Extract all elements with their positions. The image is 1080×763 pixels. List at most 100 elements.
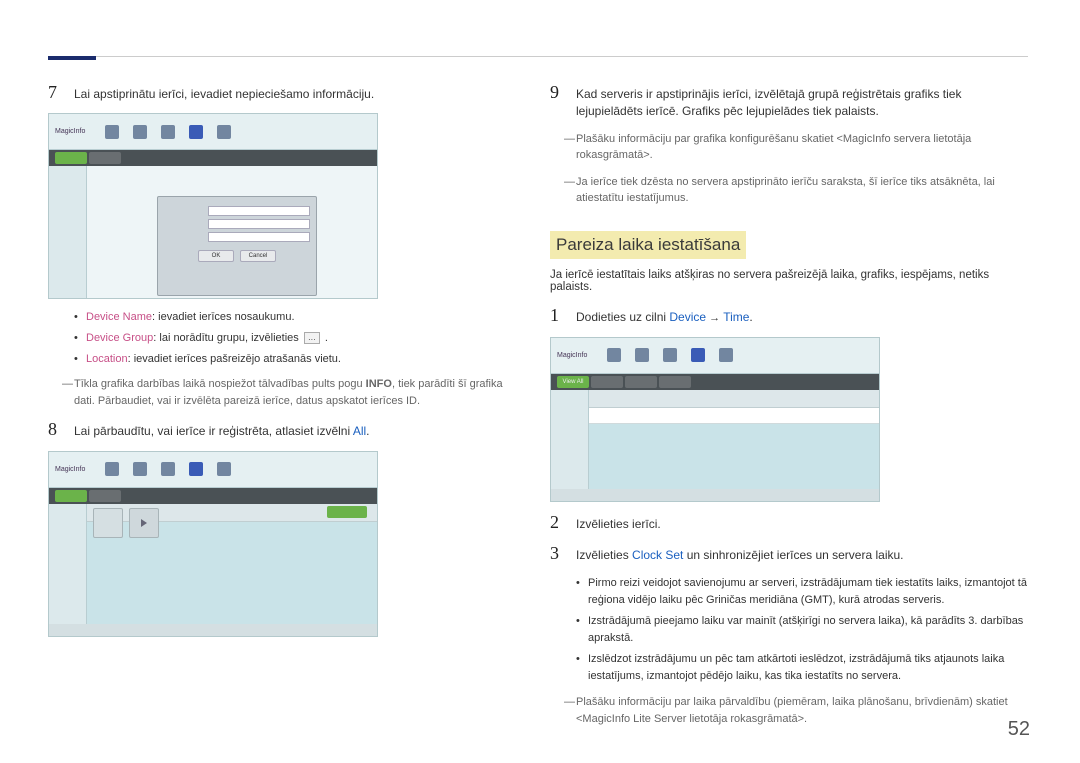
nav-icon [133,462,147,476]
note-text: Ja ierīce tiek dzēsta no servera apstipr… [576,174,1028,207]
menu-all: All [353,424,366,438]
right-column: 9 Kad serveris ir apstiprinājis ierīci, … [550,82,1028,737]
step-number: 9 [550,82,576,103]
field-desc: : lai norādītu grupu, izvēlieties [153,332,302,344]
step-1: 1 Dodieties uz cilni Device → Time. [550,305,1028,327]
step-7: 7 Lai apstiprinātu ierīci, ievadiet nepi… [48,82,518,103]
nav-icon [133,125,147,139]
tab [89,490,121,502]
screenshot-statusbar [551,489,879,501]
dash-icon: ― [62,376,74,409]
nav-icon [217,125,231,139]
section-subtext: Ja ierīcē iestatītais laiks atšķiras no … [550,269,1028,293]
screenshot-topbar: MagicInfo [551,338,879,374]
tab [89,152,121,164]
step-text: Izvēlieties Clock Set un sinhronizējiet … [576,547,904,564]
bullet-dot-icon: • [74,309,86,327]
arrow-icon: → [706,312,723,324]
bullet-row: • Device Name: ievadiet ierīces nosaukum… [74,309,518,327]
bullet-text: Izslēdzot izstrādājumu un pēc tam atkārt… [588,651,1028,686]
input [208,219,310,229]
field-desc: : ievadiet ierīces pašreizējo atrašanās … [128,353,341,365]
device-link: Device [669,310,706,324]
screenshot-sidebar [49,166,87,298]
clock-set-link: Clock Set [632,548,683,562]
field-name: Location [86,353,128,365]
dash-icon: ― [564,174,576,207]
tab: View All [557,376,589,388]
screenshot-approve-device: MagicInfo OK Cancel [48,113,378,299]
play-icon [141,519,147,527]
note-text: Plašāku informāciju par grafika konfigur… [576,131,1028,164]
bullet-row: • Izslēdzot izstrādājumu un pēc tam atkā… [576,651,1028,686]
step-text-part: Dodieties uz cilni [576,310,669,324]
magicinfo-logo: MagicInfo [55,128,85,135]
screenshot-sidebar [49,504,87,636]
screenshot-tabbar [49,488,377,504]
bullet-dot-icon: • [576,651,588,686]
screenshot-topbar: MagicInfo [49,452,377,488]
tab [625,376,657,388]
step-text: Lai apstiprinātu ierīci, ievadiet nepiec… [74,86,374,103]
nav-icon-selected [691,348,705,362]
screenshot-tabbar [49,150,377,166]
ok-button: OK [198,250,234,262]
nav-icon [217,462,231,476]
device-thumbnail [129,508,159,538]
step-text-part: un sinhronizējiet ierīces un servera lai… [683,548,903,562]
nav-icon [663,348,677,362]
note-info: ― Tīkla grafika darbības laikā nospiežot… [74,376,518,409]
page-top-accent [48,56,96,60]
field-desc: : ievadiet ierīces nosaukumu. [152,311,294,323]
step-text: Lai pārbaudītu, vai ierīce ir reģistrēta… [74,423,370,440]
field-name: Device Name [86,311,152,323]
step-number: 7 [48,82,74,103]
time-link: Time [723,310,749,324]
note: ― Plašāku informāciju par grafika konfig… [576,131,1028,164]
bullet-text: Pirmo reizi veidojot savienojumu ar serv… [588,575,1028,610]
note: ― Ja ierīce tiek dzēsta no servera apsti… [576,174,1028,207]
screenshot-tabbar: View All [551,374,879,390]
ellipsis-button-icon: … [304,332,320,344]
step-3: 3 Izvēlieties Clock Set un sinhronizējie… [550,543,1028,564]
dash-icon: ― [564,131,576,164]
step-number: 3 [550,543,576,564]
nav-icon [719,348,733,362]
tab [659,376,691,388]
left-column: 7 Lai apstiprinātu ierīci, ievadiet nepi… [48,82,518,647]
page-top-rule [48,56,1028,57]
input [208,232,310,242]
screenshot-device-time: MagicInfo View All [550,337,880,502]
step-text-part: Lai pārbaudītu, vai ierīce ir reģistrēta… [74,424,353,438]
input [208,206,310,216]
bullet-row: • Device Group: lai norādītu grupu, izvē… [74,330,518,348]
nav-icon-selected [189,462,203,476]
nav-icon [607,348,621,362]
section-heading: Pareiza laika iestatīšana [550,231,746,259]
tab [55,152,87,164]
nav-icon [105,125,119,139]
table-row [589,408,879,424]
field-name: Device Group [86,332,153,344]
step-number: 2 [550,512,576,533]
bullet-row: • Location: ievadiet ierīces pašreizējo … [74,351,518,369]
nav-icon [161,125,175,139]
cancel-button: Cancel [240,250,276,262]
bullet-dot-icon: • [576,613,588,648]
magicinfo-logo: MagicInfo [557,352,587,359]
note: ― Plašāku informāciju par laika pārvaldī… [576,694,1028,727]
note-text: Plašāku informāciju par laika pārvaldību… [576,694,1028,727]
page-number: 52 [1008,718,1030,741]
time-notes: • Pirmo reizi veidojot savienojumu ar se… [576,575,1028,687]
bullet-text: Izstrādājumā pieejamo laiku var mainīt (… [588,613,1028,648]
step-8: 8 Lai pārbaudītu, vai ierīce ir reģistrē… [48,419,518,440]
step-text: Izvēlieties ierīci. [576,516,661,533]
step-number: 1 [550,305,576,326]
bullet-dot-icon: • [74,351,86,369]
green-button [327,506,367,518]
step-text: Dodieties uz cilni Device → Time. [576,309,753,327]
screenshot-statusbar [49,624,377,636]
approve-dialog: OK Cancel [157,196,317,296]
step-text-part: Izvēlieties [576,548,632,562]
screenshot-main: OK Cancel [87,166,377,298]
